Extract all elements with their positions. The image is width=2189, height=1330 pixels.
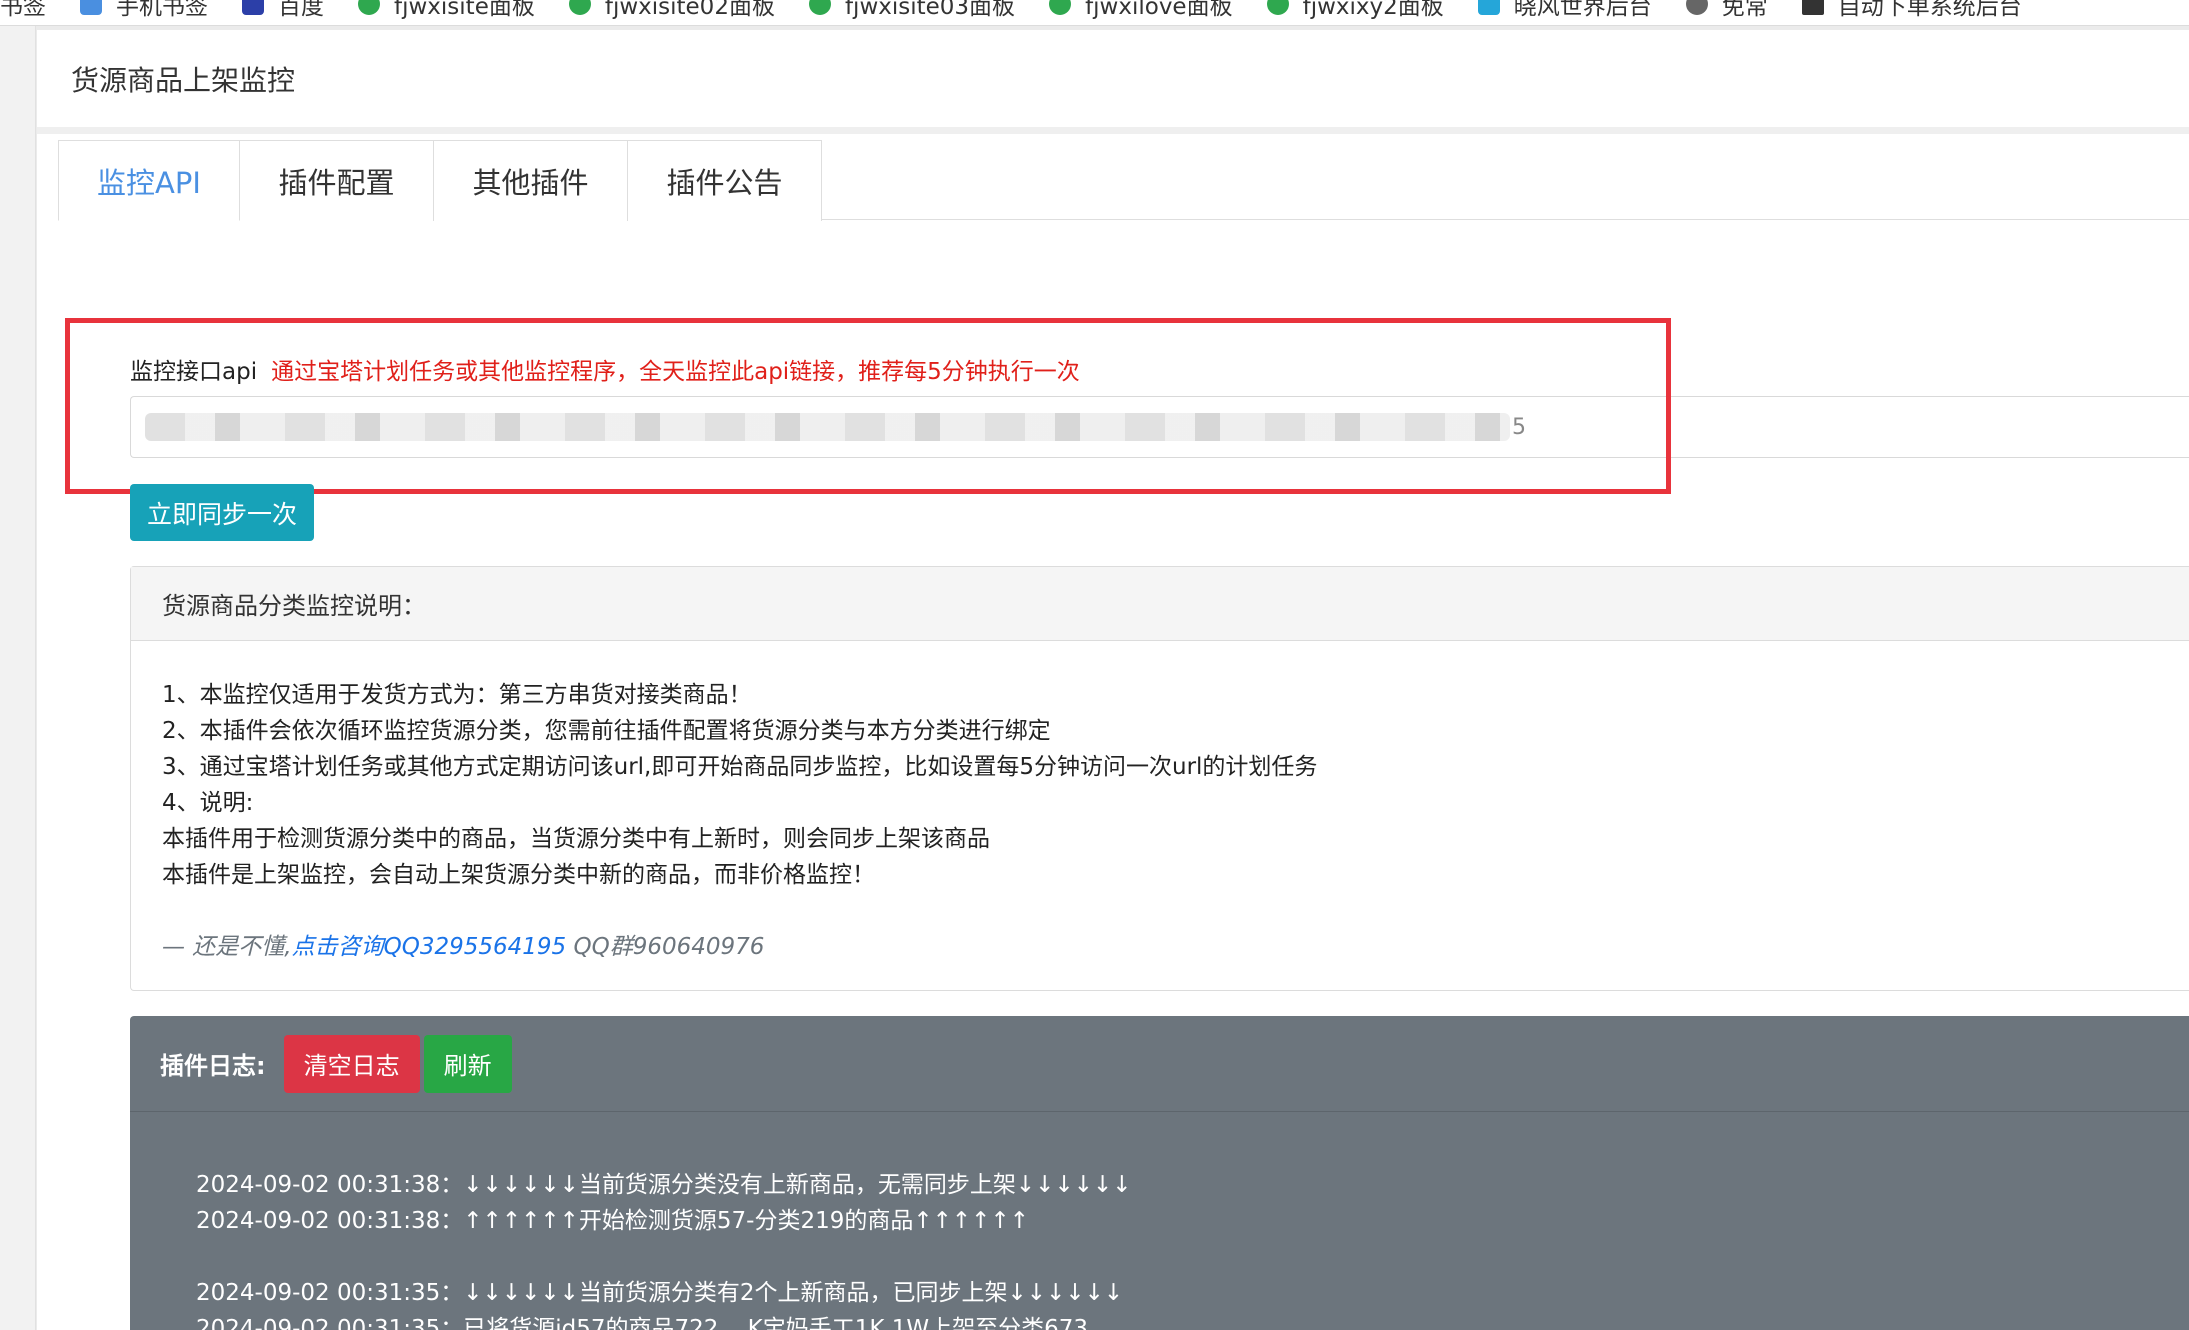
bookmark-label: fjwxisite03面板	[844, 0, 1016, 20]
bookmark-label: fjwxisite面板	[394, 0, 535, 20]
bookmark-item[interactable]: fjwxisite03面板	[808, 0, 1016, 21]
bookmarks-bar: 书签 手机书签 百度 fjwxisite面板 fjwxisite02面板 fjw…	[0, 0, 2189, 26]
bookmark-label: fjwxilove面板	[1085, 0, 1233, 20]
api-url-field[interactable]: 5	[130, 396, 2189, 458]
bookmark-item[interactable]: fjwxisite02面板	[568, 0, 775, 21]
consult-group: QQ群960640976	[566, 934, 765, 960]
app-icon	[1801, 0, 1824, 15]
bookmark-item[interactable]: fjwxisite面板	[358, 0, 535, 21]
bookmark-label: 手机书签	[116, 0, 208, 20]
bookmark-label: fjwxisite02面板	[604, 0, 775, 20]
globe-icon	[358, 0, 380, 15]
log-body: 2024-09-02 00:31:38：↓↓↓↓↓↓当前货源分类没有上新商品，无…	[130, 1112, 2189, 1330]
tab-monitor-api[interactable]: 监控API	[58, 140, 240, 221]
explain-line: 本插件是上架监控，会自动上架货源分类中新的商品，而非价格监控！	[162, 862, 875, 888]
api-hint: 通过宝塔计划任务或其他监控程序，全天监控此api链接，推荐每5分钟执行一次	[271, 359, 1080, 385]
bookmark-label: 百度	[278, 0, 324, 20]
globe-icon	[568, 0, 591, 15]
bookmark-item[interactable]: 自动下单系统后台	[1801, 0, 2022, 21]
explain-panel: 货源商品分类监控说明： 1、本监控仅适用于发货方式为：第三方串货对接类商品！ 2…	[130, 566, 2189, 991]
explain-line: 2、本插件会依次循环监控货源分类，您需前往插件配置将货源分类与本方分类进行绑定	[162, 718, 1051, 744]
bookmark-label: 免常	[1721, 0, 1768, 20]
bookmark-item[interactable]: 百度	[242, 0, 324, 21]
left-gutter	[0, 26, 36, 1330]
explain-body: 1、本监控仅适用于发货方式为：第三方串货对接类商品！ 2、本插件会依次循环监控货…	[131, 641, 2189, 965]
log-header: 插件日志: 清空日志 刷新	[130, 1016, 2189, 1112]
explain-line: 4、说明:	[162, 790, 254, 816]
globe-icon	[1049, 0, 1072, 15]
bookmark-item[interactable]: 书签	[0, 0, 46, 21]
tab-bar: 监控API 插件配置 其他插件 插件公告	[58, 140, 2189, 221]
tab-plugin-notice[interactable]: 插件公告	[628, 140, 822, 221]
log-line: 2024-09-02 00:31:38：↑↑↑↑↑↑开始检测货源57-分类219…	[196, 1208, 1029, 1234]
bookmark-item[interactable]: 手机书签	[80, 0, 208, 21]
folder-icon	[80, 0, 102, 15]
gray-circle-icon	[1685, 0, 1708, 15]
consult-qq-link[interactable]: 点击咨询QQ3295564195	[292, 934, 567, 960]
log-panel: 插件日志: 清空日志 刷新 2024-09-02 00:31:38：↓↓↓↓↓↓…	[130, 1016, 2189, 1330]
bookmark-label: 书签	[0, 0, 46, 20]
cloud-icon	[1477, 0, 1500, 15]
log-line: 2024-09-02 00:31:35：↓↓↓↓↓↓当前货源分类有2个上新商品，…	[196, 1280, 1124, 1306]
bookmark-item[interactable]: fjwxixy2面板	[1266, 0, 1444, 21]
explain-line: 3、通过宝塔计划任务或其他方式定期访问该url,即可开始商品同步监控，比如设置每…	[162, 754, 1318, 780]
bookmark-item[interactable]: 晓风世界后台	[1477, 0, 1652, 21]
consult-line: — 还是不懂,点击咨询QQ3295564195 QQ群960640976	[162, 929, 2189, 965]
refresh-button[interactable]: 刷新	[423, 1034, 512, 1093]
log-line: 2024-09-02 00:31:38：↓↓↓↓↓↓当前货源分类没有上新商品，无…	[196, 1172, 1132, 1198]
log-title: 插件日志:	[160, 1052, 266, 1080]
api-url-tail: 5	[1512, 414, 1526, 440]
sync-now-button[interactable]: 立即同步一次	[130, 484, 314, 541]
bookmark-item[interactable]: fjwxilove面板	[1049, 0, 1233, 21]
api-label: 监控接口api	[130, 359, 258, 385]
bookmark-label: fjwxixy2面板	[1302, 0, 1444, 20]
api-label-row: 监控接口api 通过宝塔计划任务或其他监控程序，全天监控此api链接，推荐每5分…	[130, 352, 1080, 386]
tab-other-plugins[interactable]: 其他插件	[434, 140, 628, 221]
card-title: 货源商品上架监控	[37, 30, 2189, 134]
baidu-icon	[242, 0, 264, 15]
tab-plugin-config[interactable]: 插件配置	[240, 140, 434, 221]
log-line: 2024-09-02 00:31:35：已将货源id57的商品722 ...K宝…	[196, 1316, 1089, 1330]
bookmark-label: 自动下单系统后台	[1837, 0, 2022, 20]
page: 书签 手机书签 百度 fjwxisite面板 fjwxisite02面板 fjw…	[0, 0, 2189, 1330]
explain-line: 1、本监控仅适用于发货方式为：第三方串货对接类商品！	[162, 682, 752, 708]
clear-log-button[interactable]: 清空日志	[283, 1034, 420, 1093]
bookmark-label: 晓风世界后台	[1513, 0, 1652, 20]
globe-icon	[1266, 0, 1289, 15]
redacted-url	[145, 413, 1510, 441]
explain-title: 货源商品分类监控说明：	[131, 567, 2189, 641]
explain-line: 本插件用于检测货源分类中的商品，当货源分类中有上新时，则会同步上架该商品	[162, 826, 990, 852]
globe-icon	[808, 0, 831, 15]
bookmark-item[interactable]: 免常	[1685, 0, 1768, 21]
consult-prefix: — 还是不懂,	[162, 934, 292, 960]
